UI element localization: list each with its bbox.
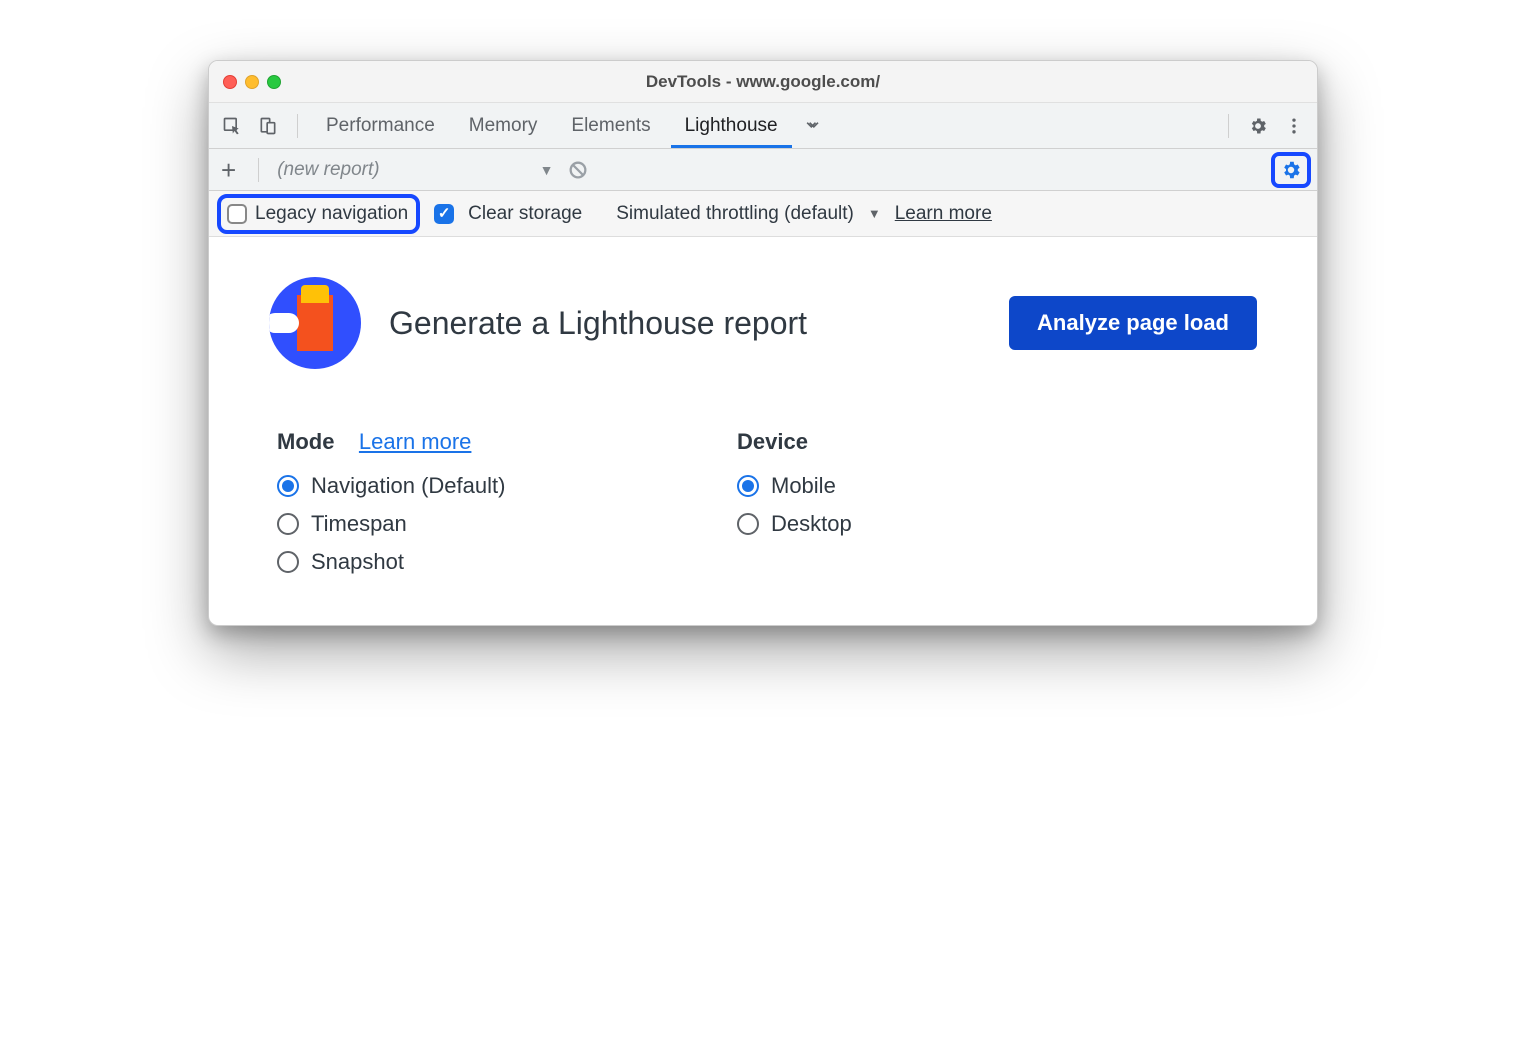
tab-performance[interactable]: Performance [312,103,449,148]
radio-dot-icon [277,475,299,497]
report-dropdown-label[interactable]: (new report) [277,159,379,181]
device-radio-desktop[interactable]: Desktop [737,511,1117,537]
divider [297,114,298,138]
mode-option-label: Timespan [311,511,407,537]
radio-dot-icon [737,475,759,497]
tab-elements[interactable]: Elements [557,103,664,148]
zoom-window-button[interactable] [267,75,281,89]
divider [258,158,259,182]
options-learn-more-link[interactable]: Learn more [895,203,992,225]
device-toggle-icon[interactable] [253,111,283,141]
minimize-window-button[interactable] [245,75,259,89]
mode-column: Mode Learn more Navigation (Default) Tim… [277,429,657,575]
mode-option-label: Snapshot [311,549,404,575]
traffic-lights [223,75,281,89]
tab-memory[interactable]: Memory [455,103,552,148]
legacy-navigation-label: Legacy navigation [255,203,408,225]
radio-dot-icon [737,513,759,535]
tab-strip: Performance Memory Elements Lighthouse [209,103,1317,149]
close-window-button[interactable] [223,75,237,89]
divider [1228,114,1229,138]
clear-icon[interactable] [563,155,593,185]
throttling-dropdown-icon[interactable]: ▼ [868,206,881,221]
device-option-label: Mobile [771,473,836,499]
device-column: Device Mobile Desktop [737,429,1117,575]
radio-dot-icon [277,551,299,573]
throttling-label: Simulated throttling (default) [616,203,854,225]
analyze-page-load-button[interactable]: Analyze page load [1009,296,1257,350]
devtools-window: DevTools - www.google.com/ Performance M… [208,60,1318,626]
report-dropdown-caret-icon[interactable]: ▼ [540,162,554,178]
mode-radio-navigation[interactable]: Navigation (Default) [277,473,657,499]
kebab-menu-icon[interactable] [1279,111,1309,141]
mode-option-label: Navigation (Default) [311,473,505,499]
device-option-label: Desktop [771,511,852,537]
mode-radio-timespan[interactable]: Timespan [277,511,657,537]
radio-dot-icon [277,513,299,535]
window-title: DevTools - www.google.com/ [209,72,1317,92]
more-tabs-icon[interactable] [798,111,828,141]
clear-storage-label: Clear storage [468,203,582,225]
settings-columns: Mode Learn more Navigation (Default) Tim… [269,429,1257,575]
tab-lighthouse[interactable]: Lighthouse [671,103,792,148]
settings-icon[interactable] [1243,111,1273,141]
options-bar: Legacy navigation Clear storage Simulate… [209,191,1317,237]
legacy-navigation-checkbox[interactable] [227,204,247,224]
lighthouse-settings-icon[interactable] [1271,152,1311,188]
legacy-navigation-highlight: Legacy navigation [217,194,420,234]
lighthouse-logo-icon [269,277,361,369]
page-title: Generate a Lighthouse report [389,305,981,342]
mode-learn-more-link[interactable]: Learn more [359,429,472,454]
lighthouse-panel: Generate a Lighthouse report Analyze pag… [209,237,1317,625]
new-report-button[interactable]: + [217,157,240,183]
inspect-element-icon[interactable] [217,111,247,141]
mode-radio-snapshot[interactable]: Snapshot [277,549,657,575]
hero-row: Generate a Lighthouse report Analyze pag… [269,277,1257,369]
clear-storage-checkbox[interactable] [434,204,454,224]
device-heading: Device [737,429,808,454]
device-radio-mobile[interactable]: Mobile [737,473,1117,499]
mode-heading: Mode [277,429,334,454]
title-bar: DevTools - www.google.com/ [209,61,1317,103]
report-subbar: + (new report) ▼ [209,149,1317,191]
